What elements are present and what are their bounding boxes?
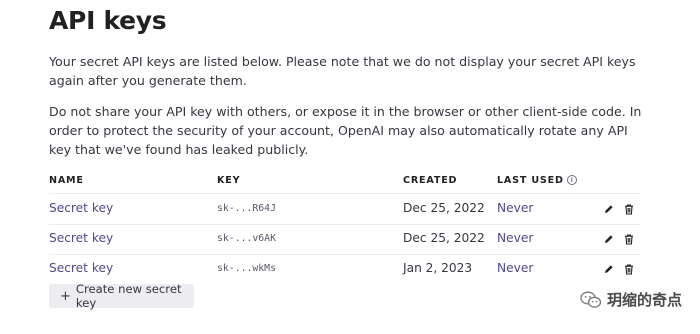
- key-name-2[interactable]: Secret key: [49, 231, 113, 245]
- key-created-3: Jan 2, 2023: [403, 261, 473, 275]
- key-created-1: Dec 25, 2022: [403, 201, 485, 215]
- pencil-icon[interactable]: [603, 203, 615, 215]
- column-header-key: KEY: [217, 175, 241, 186]
- table-divider: [49, 224, 640, 225]
- key-created-2: Dec 25, 2022: [403, 231, 485, 245]
- trash-icon[interactable]: [623, 233, 635, 245]
- api-keys-page: API keys Your secret API keys are listed…: [0, 0, 700, 334]
- column-header-last-used-label: LAST USED: [497, 175, 564, 186]
- create-button-label: Create new secret key: [75, 282, 182, 310]
- wechat-icon: [580, 291, 602, 308]
- table-divider: [49, 254, 640, 255]
- trash-icon[interactable]: [623, 263, 635, 275]
- key-name-1[interactable]: Secret key: [49, 201, 113, 215]
- wechat-watermark: 玥缩的奇点: [580, 289, 682, 310]
- column-header-created: CREATED: [403, 175, 458, 186]
- pencil-icon[interactable]: [603, 233, 615, 245]
- key-value-2: sk-...v6AK: [217, 233, 276, 244]
- key-value-3: sk-...wkMs: [217, 263, 276, 274]
- pencil-icon[interactable]: [603, 263, 615, 275]
- key-value-1: sk-...R64J: [217, 203, 276, 214]
- security-warning-paragraph: Do not share your API key with others, o…: [49, 104, 642, 157]
- key-name-3[interactable]: Secret key: [49, 261, 113, 275]
- watermark-text: 玥缩的奇点: [606, 291, 682, 309]
- column-header-last-used: LAST USED i: [497, 175, 577, 186]
- key-last-used-2: Never: [497, 231, 534, 245]
- trash-icon[interactable]: [623, 203, 635, 215]
- column-header-name: NAME: [49, 175, 84, 186]
- table-divider: [49, 193, 640, 194]
- key-last-used-1: Never: [497, 201, 534, 215]
- page-title: API keys: [49, 6, 167, 35]
- info-icon[interactable]: i: [566, 175, 577, 185]
- create-new-secret-key-button[interactable]: + Create new secret key: [49, 282, 194, 310]
- plus-icon: +: [60, 288, 71, 304]
- key-last-used-3: Never: [497, 261, 534, 275]
- description-paragraph: Your secret API keys are listed below. P…: [49, 54, 636, 88]
